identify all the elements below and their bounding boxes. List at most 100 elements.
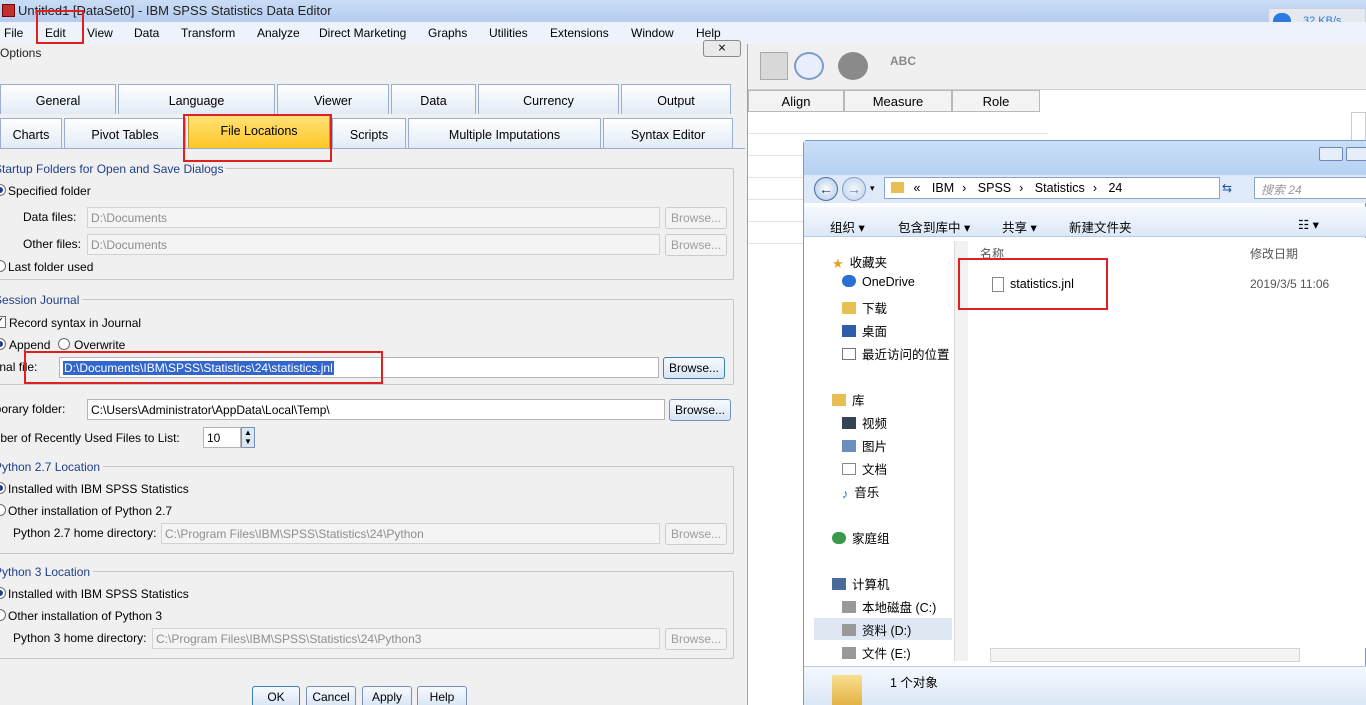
view-options-icon[interactable]: ☷ ▾	[1298, 217, 1319, 232]
file-list-scrollbar[interactable]	[990, 648, 1300, 662]
menu-analyze[interactable]: Analyze	[257, 26, 300, 40]
other-files-field[interactable]: D:\Documents	[87, 234, 660, 255]
menu-graphs[interactable]: Graphs	[428, 26, 467, 40]
breadcrumb-spss[interactable]: SPSS	[978, 181, 1011, 195]
nav-homegroup[interactable]: 家庭组	[832, 528, 890, 547]
tab-language[interactable]: Language	[118, 84, 275, 114]
menu-extensions[interactable]: Extensions	[550, 26, 609, 40]
file-row[interactable]: statistics.jnl 2019/3/5 11:06	[990, 275, 1350, 295]
menu-file[interactable]: File	[4, 26, 23, 40]
journal-file-label: Journal file:	[0, 360, 38, 374]
nav-onedrive[interactable]: OneDrive	[842, 275, 915, 289]
value-labels-icon[interactable]	[760, 52, 788, 80]
python3-home-field[interactable]: C:\Program Files\IBM\SPSS\Statistics\24\…	[152, 628, 660, 649]
tab-data[interactable]: Data	[391, 84, 476, 114]
search-input[interactable]: 搜索 24	[1254, 177, 1366, 199]
recent-files-spinner[interactable]: 10	[203, 427, 241, 448]
tab-charts[interactable]: Charts	[0, 118, 62, 148]
nav-favorites[interactable]: ★ 收藏夹	[832, 252, 887, 271]
breadcrumb-overflow[interactable]: «	[913, 181, 920, 195]
help-button[interactable]: Help	[417, 686, 467, 705]
tab-scripts[interactable]: Scripts	[332, 118, 406, 148]
breadcrumb-ibm[interactable]: IBM	[932, 181, 954, 195]
menu-edit[interactable]: Edit	[45, 26, 66, 40]
tab-syntax-editor[interactable]: Syntax Editor	[603, 118, 733, 148]
include-library-button[interactable]: 包含到库中 ▾	[898, 217, 970, 236]
dialog-title: Options	[0, 46, 42, 60]
data-files-field[interactable]: D:\Documents	[87, 207, 660, 228]
python3-group-title: Python 3 Location	[0, 565, 94, 579]
new-folder-button[interactable]: 新建文件夹	[1069, 217, 1132, 236]
column-role[interactable]: Role	[952, 90, 1040, 112]
menu-view[interactable]: View	[87, 26, 113, 40]
column-name[interactable]: 名称	[980, 245, 1004, 262]
python27-home-field[interactable]: C:\Program Files\IBM\SPSS\Statistics\24\…	[161, 523, 660, 544]
apply-button[interactable]: Apply	[362, 686, 412, 705]
nav-recent[interactable]: 最近访问的位置	[842, 344, 950, 363]
back-icon[interactable]: ←	[814, 177, 838, 201]
maximize-icon[interactable]	[1346, 147, 1366, 161]
spell-check-icon[interactable]: ABC	[890, 54, 922, 80]
tab-viewer[interactable]: Viewer	[277, 84, 389, 114]
nav-libraries[interactable]: 库	[832, 390, 865, 409]
menu-transform[interactable]: Transform	[181, 26, 235, 40]
python27-other-label: Other installation of Python 2.7	[8, 504, 173, 518]
close-button[interactable]: ⨯	[703, 40, 741, 57]
use-sets-icon[interactable]	[838, 52, 868, 80]
temporary-folder-field[interactable]: C:\Users\Administrator\AppData\Local\Tem…	[87, 399, 665, 420]
nav-videos[interactable]: 视频	[842, 413, 887, 432]
nav-drive-c[interactable]: 本地磁盘 (C:)	[842, 597, 936, 616]
record-syntax-checkbox[interactable]: ✓	[0, 316, 6, 328]
other-files-browse-button[interactable]: Browse...	[665, 234, 727, 256]
nav-pictures[interactable]: 图片	[842, 436, 887, 455]
tab-multiple-imputations[interactable]: Multiple Imputations	[408, 118, 601, 148]
address-field[interactable]: « IBM › SPSS › Statistics › 24	[884, 177, 1220, 199]
column-align[interactable]: Align	[748, 90, 844, 112]
menu-data[interactable]: Data	[134, 26, 159, 40]
ok-button[interactable]: OK	[252, 686, 300, 705]
tab-file-locations[interactable]: File Locations	[188, 114, 330, 148]
organize-button[interactable]: 组织 ▾	[830, 217, 865, 236]
share-button[interactable]: 共享 ▾	[1002, 217, 1037, 236]
python27-home-label: Python 2.7 home directory:	[13, 526, 157, 540]
column-measure[interactable]: Measure	[844, 90, 952, 112]
nav-drive-d[interactable]: 资料 (D:)	[842, 620, 911, 639]
nav-drive-e[interactable]: 文件 (E:)	[842, 643, 911, 662]
nav-computer[interactable]: 计算机	[832, 574, 890, 593]
menu-help[interactable]: Help	[696, 26, 721, 40]
music-icon: ♪	[842, 487, 849, 501]
tab-currency[interactable]: Currency	[478, 84, 619, 114]
nav-desktop[interactable]: 桌面	[842, 321, 887, 340]
journal-file-field[interactable]: D:\Documents\IBM\SPSS\Statistics\24\stat…	[59, 357, 659, 378]
data-editor-toolbar: ABC	[748, 44, 1366, 90]
tab-output[interactable]: Output	[621, 84, 731, 114]
tab-pivot-tables[interactable]: Pivot Tables	[64, 118, 186, 148]
journal-browse-button[interactable]: Browse...	[663, 357, 725, 379]
temp-browse-button[interactable]: Browse...	[669, 399, 731, 421]
breadcrumb-24[interactable]: 24	[1108, 181, 1122, 195]
nav-music[interactable]: ♪ 音乐	[842, 482, 879, 501]
refresh-icon[interactable]: ⇆	[1222, 181, 1232, 195]
drive-icon	[842, 647, 856, 659]
menu-direct-marketing[interactable]: Direct Marketing	[319, 26, 406, 40]
nav-downloads[interactable]: 下载	[842, 298, 887, 317]
cancel-button[interactable]: Cancel	[306, 686, 356, 705]
data-files-browse-button[interactable]: Browse...	[665, 207, 727, 229]
minimize-icon[interactable]	[1319, 147, 1343, 161]
menu-utilities[interactable]: Utilities	[489, 26, 528, 40]
menu-bar: File Edit View Data Transform Analyze Di…	[0, 22, 1366, 44]
column-modified-date[interactable]: 修改日期	[1250, 245, 1298, 262]
forward-icon[interactable]: →	[842, 177, 866, 201]
navigation-scrollbar[interactable]	[954, 241, 968, 661]
recent-files-label: Number of Recently Used Files to List:	[0, 431, 180, 445]
history-dropdown-icon[interactable]: ▾	[870, 183, 875, 194]
menu-window[interactable]: Window	[631, 26, 674, 40]
breadcrumb-statistics[interactable]: Statistics	[1035, 181, 1085, 195]
tab-general[interactable]: General	[0, 84, 116, 114]
python27-browse-button[interactable]: Browse...	[665, 523, 727, 545]
recent-files-stepper[interactable]: ▲ ▼	[241, 427, 255, 448]
overwrite-radio[interactable]	[58, 338, 70, 350]
venn-icon[interactable]	[794, 52, 824, 80]
nav-documents[interactable]: 文档	[842, 459, 887, 478]
python3-browse-button[interactable]: Browse...	[665, 628, 727, 650]
